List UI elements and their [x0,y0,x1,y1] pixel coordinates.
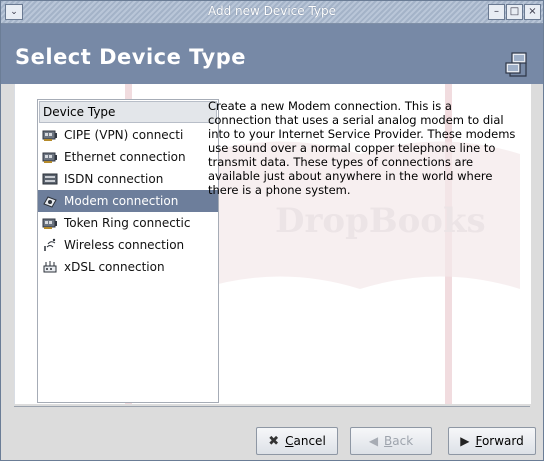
forward-label-rest: orward [481,434,524,448]
back-button[interactable]: ◀ Back [350,427,432,455]
list-item-label: CIPE (VPN) connecti [64,128,184,142]
device-type-column-header[interactable]: Device Type [39,101,217,123]
button-separator [14,406,530,407]
back-label-rest: ack [392,434,414,448]
network-card-icon [42,130,57,141]
cancel-x-icon: ✖ [268,433,280,449]
forward-button[interactable]: ▶ Forward [448,427,536,455]
list-item-cipe[interactable]: CIPE (VPN) connecti [38,124,218,146]
list-item-xdsl[interactable]: xDSL connection [38,256,218,278]
wireless-icon [44,238,56,251]
xdsl-icon [43,261,57,273]
list-item-label: Ethernet connection [64,150,186,164]
list-item-label: Token Ring connectic [64,216,191,230]
window-title: Add new Device Type [207,4,337,18]
list-item-wireless[interactable]: Wireless connection [38,234,218,256]
list-item-token-ring[interactable]: Token Ring connectic [38,212,218,234]
isdn-card-icon [42,173,58,185]
list-item-label: Wireless connection [64,238,185,252]
maximize-button[interactable]: □ [506,4,523,20]
cancel-mnemonic: C [285,434,294,448]
network-computers-icon [505,52,527,77]
list-item-isdn[interactable]: ISDN connection [38,168,218,190]
page-title: Select Device Type [15,45,246,69]
list-item-label: ISDN connection [64,172,164,186]
list-item-ethernet[interactable]: Ethernet connection [38,146,218,168]
list-item-modem[interactable]: Modem connection [38,190,218,212]
list-item-label: xDSL connection [64,260,165,274]
arrow-left-icon: ◀ [368,434,379,448]
network-card-icon [42,152,57,163]
device-description: Create a new Modem connection. This is a… [208,99,516,197]
title-bar[interactable]: ⌄ Add new Device Type – □ × [1,1,543,24]
cancel-label-rest: ancel [293,434,326,448]
modem-icon [43,196,57,208]
network-card-icon [42,218,57,229]
cancel-button[interactable]: ✖ Cancel [256,427,338,455]
arrow-right-icon: ▶ [460,434,470,448]
dialog-window: ⌄ Add new Device Type – □ × Select Devic… [0,0,544,461]
list-item-label: Modem connection [64,194,179,208]
header-banner: Select Device Type [1,24,543,84]
close-button[interactable]: × [524,4,541,20]
minimize-button[interactable]: – [488,4,505,20]
device-type-list[interactable]: Device Type CIPE (VPN) connecti Ethernet… [37,99,219,403]
watermark-text: DropBooks [275,201,486,241]
content-panel: DropBooks Device Type CIPE (VPN) connect… [14,84,531,404]
